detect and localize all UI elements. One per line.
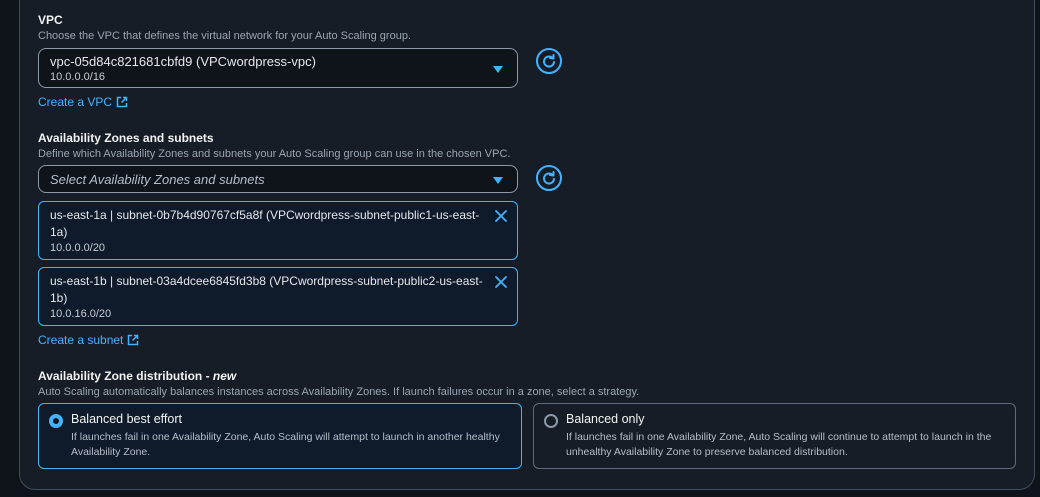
close-icon[interactable] xyxy=(494,209,508,223)
subnet-token: us-east-1b | subnet-03a4dcee6845fd3b8 (V… xyxy=(38,267,518,326)
vpc-selected-value: vpc-05d84c821681cbfd9 (VPCwordpress-vpc) xyxy=(50,54,316,69)
create-vpc-link-label: Create a VPC xyxy=(38,95,113,109)
subnet-token-name: us-east-1b | subnet-03a4dcee6845fd3b8 (V… xyxy=(50,274,483,305)
vpc-label: VPC xyxy=(38,13,63,27)
caret-down-icon xyxy=(493,177,503,184)
radio-card-description: If launches fail in one Availability Zon… xyxy=(566,431,992,458)
vpc-refresh-button[interactable] xyxy=(536,48,562,74)
radio-card-balanced-only[interactable]: Balanced only If launches fail in one Av… xyxy=(533,403,1016,469)
subnets-placeholder: Select Availability Zones and subnets xyxy=(50,172,265,187)
vpc-select[interactable]: vpc-05d84c821681cbfd9 (VPCwordpress-vpc)… xyxy=(38,48,518,88)
subnet-token-cidr: 10.0.0.0/20 xyxy=(50,242,106,254)
create-subnet-link-label: Create a subnet xyxy=(38,333,124,347)
subnets-refresh-button[interactable] xyxy=(536,165,562,191)
refresh-icon xyxy=(543,171,555,185)
subnet-token: us-east-1a | subnet-0b7b4d90767cf5a8f (V… xyxy=(38,201,518,260)
az-distribution-description: Auto Scaling automatically balances inst… xyxy=(38,386,640,398)
subnet-token-name: us-east-1a | subnet-0b7b4d90767cf5a8f (V… xyxy=(50,208,480,239)
refresh-icon xyxy=(543,54,555,68)
create-subnet-link[interactable]: Create a subnet xyxy=(38,333,139,347)
external-link-icon xyxy=(128,334,139,346)
external-link-icon xyxy=(116,96,128,108)
radio-button-selected[interactable] xyxy=(49,414,63,428)
radio-card-balanced-best-effort[interactable]: Balanced best effort If launches fail in… xyxy=(38,403,522,469)
subnet-token-cidr: 10.0.16.0/20 xyxy=(50,308,112,320)
vpc-selected-cidr: 10.0.0.0/16 xyxy=(50,71,106,83)
subnets-label: Availability Zones and subnets xyxy=(38,131,214,145)
radio-card-description: If launches fail in one Availability Zon… xyxy=(71,431,500,458)
az-distribution-label-text: Availability Zone distribution - xyxy=(38,369,213,383)
radio-button-unselected[interactable] xyxy=(544,414,558,428)
az-distribution-label: Availability Zone distribution - new xyxy=(38,369,236,383)
vpc-description: Choose the VPC that defines the virtual … xyxy=(38,30,411,42)
subnets-description: Define which Availability Zones and subn… xyxy=(38,148,511,160)
new-badge: new xyxy=(212,369,237,383)
caret-down-icon xyxy=(493,66,503,73)
radio-card-title: Balanced best effort xyxy=(71,412,182,426)
close-icon[interactable] xyxy=(494,275,508,289)
radio-card-title: Balanced only xyxy=(566,412,645,426)
subnets-multiselect[interactable]: Select Availability Zones and subnets xyxy=(38,165,518,193)
create-vpc-link[interactable]: Create a VPC xyxy=(38,95,128,109)
